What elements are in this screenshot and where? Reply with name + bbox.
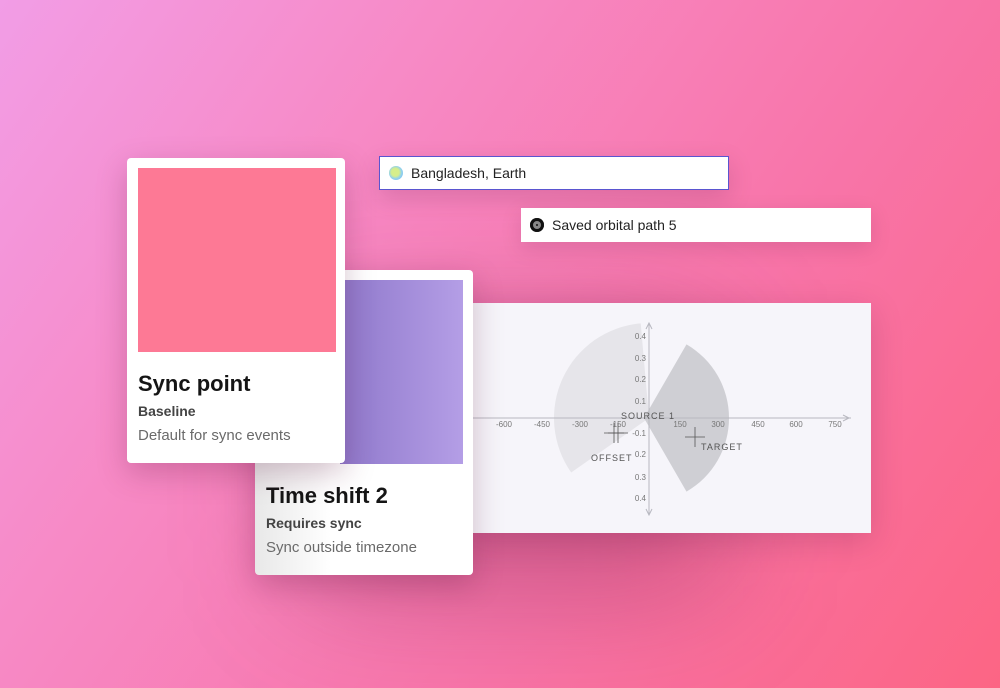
time-shift-swatch [340, 280, 463, 464]
chart-y-tick-label: 0.1 [635, 397, 647, 406]
chart-y-tick-label: 0.2 [635, 450, 647, 459]
sync-point-subtitle: Baseline [138, 403, 196, 419]
orbital-path-option[interactable]: Saved orbital path 5 [521, 208, 871, 242]
chart-y-tick-label: 0.2 [635, 375, 647, 384]
polar-chart-panel: -600 -450 -300 -150 150 300 450 600 750 0.4 0.3 0.2… [471, 303, 871, 533]
chart-y-tick-label: 0.3 [635, 354, 647, 363]
chart-x-tick-label: -300 [572, 420, 589, 429]
polar-chart: -600 -450 -300 -150 150 300 450 600 7500.40.30.2… [471, 321, 851, 517]
chart-point-label: SOURCE 1 [621, 411, 675, 421]
time-shift-description: Sync outside timezone [266, 539, 417, 556]
sync-point-title: Sync point [138, 371, 251, 396]
chart-x-tick-label: 750 [828, 420, 842, 429]
chart-x-tick-label: 300 [711, 420, 725, 429]
chart-y-tick-label: -0.1 [632, 429, 646, 438]
chart-x-tick-label: -600 [496, 420, 513, 429]
time-shift-subtitle: Requires sync [266, 515, 362, 531]
chart-x-tick-label: 450 [751, 420, 765, 429]
location-label: Bangladesh, Earth [411, 165, 527, 181]
sync-point-swatch [138, 168, 336, 352]
sync-point-description: Default for sync events [138, 427, 291, 444]
chart-point-label: TARGET [701, 442, 743, 452]
chart-y-tick-label: 0.4 [635, 332, 647, 341]
sync-point-card[interactable]: Sync point Baseline Default for sync eve… [127, 158, 345, 463]
chart-y-tick-label: 0.3 [635, 473, 647, 482]
radio-selected-icon[interactable] [530, 218, 544, 232]
chart-x-tick-label: 600 [789, 420, 803, 429]
chart-point-label: OFFSET [591, 453, 633, 463]
globe-icon [389, 166, 403, 180]
time-shift-title: Time shift 2 [266, 483, 388, 508]
chart-x-tick-label: -450 [534, 420, 551, 429]
chart-x-tick-label: 150 [673, 420, 687, 429]
orbital-path-label: Saved orbital path 5 [552, 217, 677, 233]
chart-y-tick-label: 0.4 [635, 494, 647, 503]
location-input[interactable]: Bangladesh, Earth [379, 156, 729, 190]
